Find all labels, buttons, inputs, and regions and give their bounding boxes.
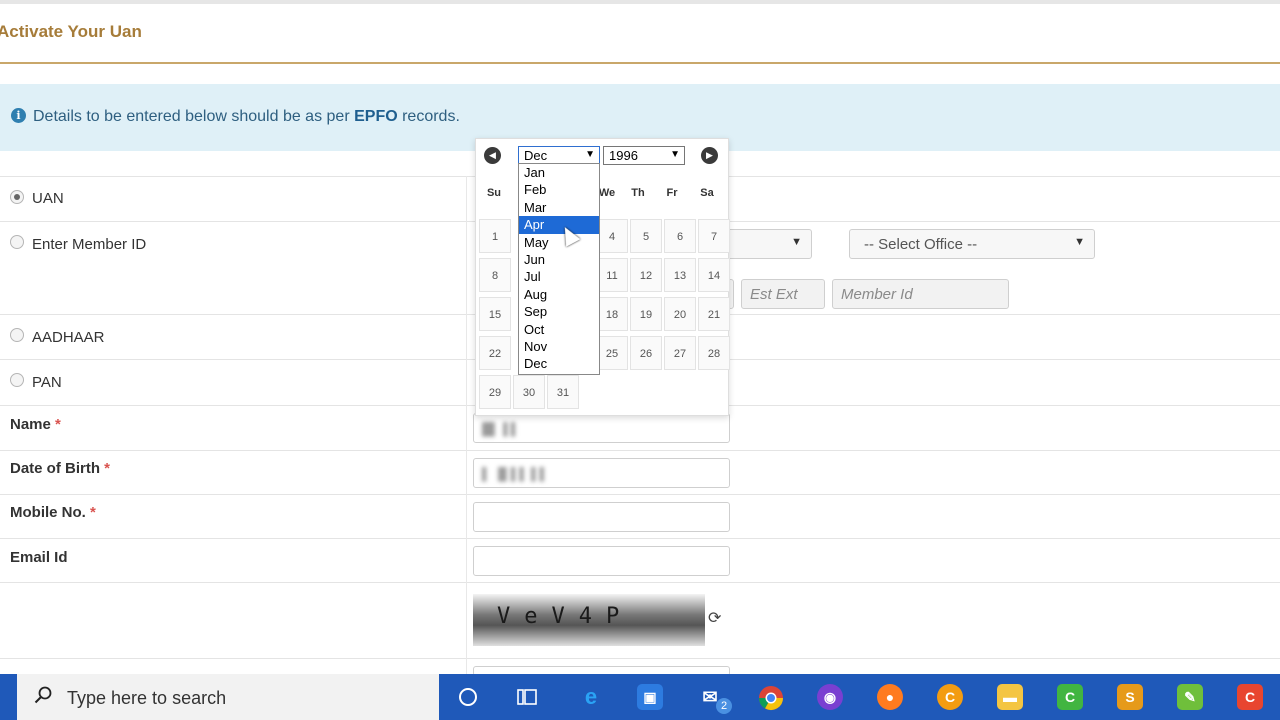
firefox-icon[interactable]: ● bbox=[877, 684, 903, 710]
uan-label: UAN bbox=[32, 190, 64, 207]
email-input[interactable] bbox=[473, 546, 730, 576]
mobile-input[interactable] bbox=[473, 502, 730, 532]
camtasia-icon[interactable]: C bbox=[1057, 684, 1083, 710]
chevron-down-icon: ▼ bbox=[585, 149, 595, 160]
sublime-text-icon[interactable]: S bbox=[1117, 684, 1143, 710]
day-cell[interactable]: 29 bbox=[479, 375, 511, 409]
column-divider bbox=[466, 176, 467, 676]
day-cell[interactable]: 31 bbox=[547, 375, 579, 409]
redacted-value: █▌▐ ▌ bbox=[482, 422, 520, 436]
tor-browser-icon[interactable]: ◉ bbox=[817, 684, 843, 710]
next-month-icon[interactable]: ▶ bbox=[701, 147, 718, 164]
chrome-icon[interactable] bbox=[757, 684, 785, 712]
chevron-down-icon: ▼ bbox=[670, 149, 680, 160]
day-cell[interactable]: 4 bbox=[596, 219, 628, 253]
month-option[interactable]: Oct bbox=[519, 321, 599, 338]
email-label: Email Id bbox=[10, 549, 68, 566]
spreadsheet-icon[interactable]: ✎ bbox=[1177, 684, 1203, 710]
day-cell[interactable]: 30 bbox=[513, 375, 545, 409]
aadhaar-label: AADHAAR bbox=[32, 329, 105, 346]
day-cell[interactable]: 11 bbox=[596, 258, 628, 292]
taskbar-search-input[interactable]: Type here to search bbox=[67, 688, 226, 709]
aadhaar-radio[interactable] bbox=[10, 328, 24, 342]
day-cell[interactable]: 22 bbox=[479, 336, 511, 370]
uan-radio[interactable] bbox=[10, 190, 24, 204]
month-option[interactable]: Jul bbox=[519, 268, 599, 285]
day-cell[interactable]: 14 bbox=[698, 258, 730, 292]
pan-label: PAN bbox=[32, 374, 62, 391]
top-border bbox=[0, 0, 1280, 4]
pan-radio[interactable] bbox=[10, 373, 24, 387]
weekday-label: Fr bbox=[666, 187, 678, 199]
day-cell[interactable]: 1 bbox=[479, 219, 511, 253]
month-dropdown-list: Jan Feb Mar Apr May Jun Jul Aug Sep Oct … bbox=[518, 163, 600, 375]
edge-icon[interactable]: e bbox=[578, 684, 604, 710]
chevron-down-icon: ▼ bbox=[791, 236, 802, 248]
day-cell[interactable]: 18 bbox=[596, 297, 628, 331]
day-cell[interactable]: 13 bbox=[664, 258, 696, 292]
row-divider bbox=[0, 658, 1280, 659]
cortana-icon[interactable] bbox=[457, 686, 479, 708]
day-cell[interactable]: 5 bbox=[630, 219, 662, 253]
est-ext-input[interactable]: Est Ext bbox=[741, 279, 825, 309]
day-cell[interactable]: 28 bbox=[698, 336, 730, 370]
page-title: Activate Your Uan bbox=[0, 22, 142, 41]
month-option[interactable]: Sep bbox=[519, 303, 599, 320]
info-icon: i bbox=[11, 108, 26, 123]
member-id-radio[interactable] bbox=[10, 235, 24, 249]
day-cell[interactable]: 21 bbox=[698, 297, 730, 331]
member-id-input[interactable]: Member Id bbox=[832, 279, 1009, 309]
prev-month-icon[interactable]: ◀ bbox=[484, 147, 501, 164]
weekday-label: Sa bbox=[700, 187, 714, 199]
name-label: Name * bbox=[10, 416, 61, 433]
month-option[interactable]: Feb bbox=[519, 181, 599, 198]
search-icon bbox=[34, 686, 52, 704]
uc-browser-icon[interactable]: C bbox=[937, 684, 963, 710]
day-cell[interactable]: 6 bbox=[664, 219, 696, 253]
month-option[interactable]: Nov bbox=[519, 338, 599, 355]
file-explorer-icon[interactable]: ▬ bbox=[997, 684, 1023, 710]
task-view-icon[interactable] bbox=[516, 686, 538, 708]
redacted-value: ▌ ▐▌▌▌ ▌▌ bbox=[482, 467, 549, 481]
day-cell[interactable]: 8 bbox=[479, 258, 511, 292]
day-cell[interactable]: 26 bbox=[630, 336, 662, 370]
chevron-down-icon: ▼ bbox=[1074, 236, 1085, 248]
row-divider bbox=[0, 538, 1280, 539]
row-divider bbox=[0, 582, 1280, 583]
mail-badge: 2 bbox=[716, 698, 732, 714]
row-divider bbox=[0, 450, 1280, 451]
dob-label: Date of Birth * bbox=[10, 460, 111, 477]
store-icon[interactable]: ▣ bbox=[637, 684, 663, 710]
day-cell[interactable]: 20 bbox=[664, 297, 696, 331]
title-divider bbox=[0, 62, 1280, 64]
member-id-label: Enter Member ID bbox=[32, 236, 147, 253]
name-input[interactable]: █▌▐ ▌ bbox=[473, 413, 730, 443]
day-cell[interactable]: 12 bbox=[630, 258, 662, 292]
day-cell[interactable]: 15 bbox=[479, 297, 511, 331]
month-option[interactable]: Jan bbox=[519, 164, 599, 181]
month-option[interactable]: Jun bbox=[519, 251, 599, 268]
year-select[interactable]: 1996 ▼ bbox=[603, 146, 685, 165]
month-option[interactable]: Dec bbox=[519, 355, 599, 372]
day-cell[interactable]: 7 bbox=[698, 219, 730, 253]
day-cell[interactable]: 19 bbox=[630, 297, 662, 331]
datepicker: ◀ ▶ Dec ▼ 1996 ▼ Su Mo Tu We Th Fr Sa 1 … bbox=[475, 138, 730, 416]
row-divider bbox=[0, 494, 1280, 495]
day-cell[interactable]: 25 bbox=[596, 336, 628, 370]
info-text: Details to be entered below should be as… bbox=[33, 108, 460, 125]
month-option[interactable]: Aug bbox=[519, 286, 599, 303]
captcha-image: VeV4P bbox=[473, 594, 705, 646]
month-option[interactable]: Mar bbox=[519, 199, 599, 216]
weekday-label: Su bbox=[486, 187, 502, 199]
office-select[interactable]: -- Select Office -- ▼ bbox=[849, 229, 1095, 259]
day-cell[interactable]: 27 bbox=[664, 336, 696, 370]
mobile-label: Mobile No. * bbox=[10, 504, 96, 521]
month-option[interactable]: May bbox=[519, 234, 599, 251]
dob-input[interactable]: ▌ ▐▌▌▌ ▌▌ bbox=[473, 458, 730, 488]
app-icon[interactable]: C bbox=[1237, 684, 1263, 710]
refresh-icon[interactable]: ⟳ bbox=[708, 608, 721, 628]
weekday-label: Th bbox=[631, 187, 645, 199]
